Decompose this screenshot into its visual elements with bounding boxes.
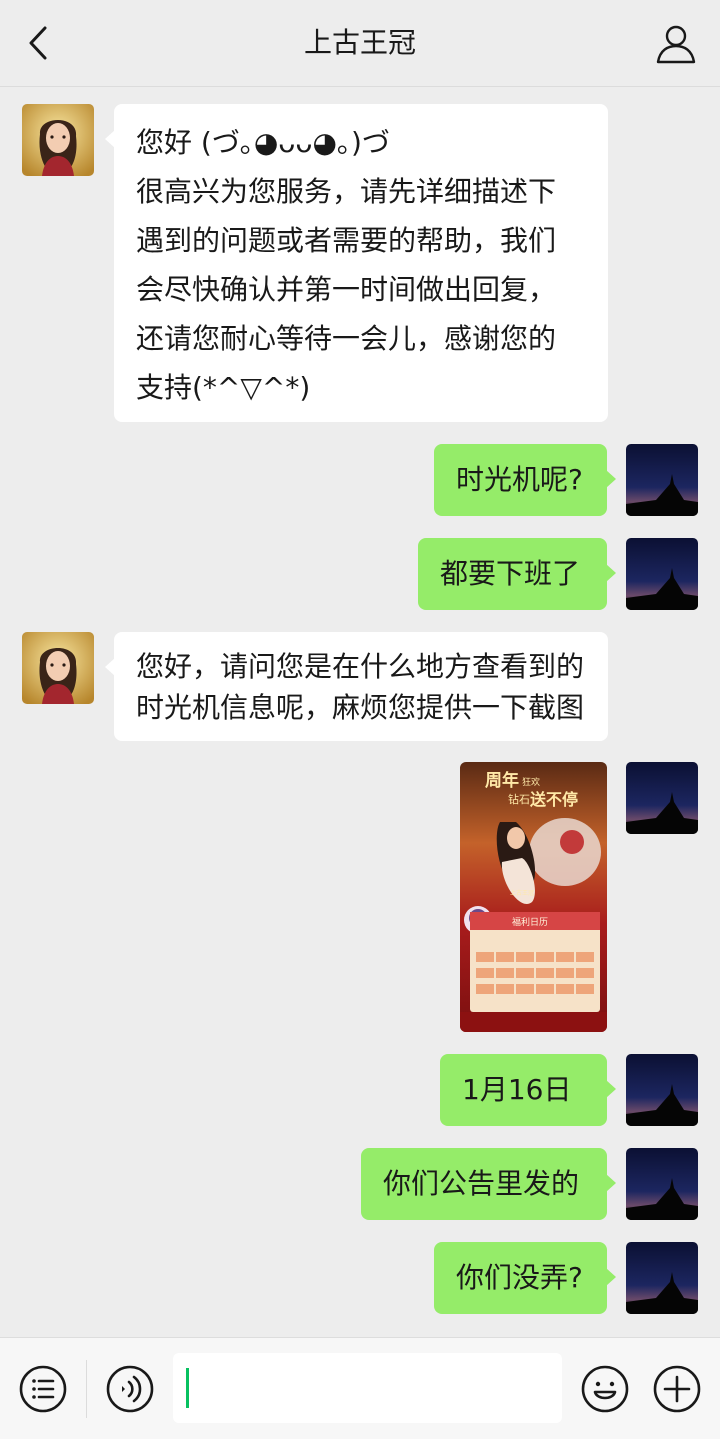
service-avatar-image	[22, 104, 94, 176]
service-avatar-image	[22, 632, 94, 704]
outgoing-message-bubble[interactable]: 你们没弄?	[434, 1242, 616, 1314]
plus-icon	[653, 1365, 701, 1413]
avatar[interactable]	[626, 1242, 698, 1314]
event-screenshot-image: 周年 狂欢 钻石 送不停 上古王冠 福利日历	[460, 762, 607, 1032]
user-avatar-image	[626, 1148, 698, 1220]
emoji-button[interactable]	[580, 1364, 630, 1414]
avatar[interactable]	[626, 538, 698, 610]
user-avatar-image	[626, 444, 698, 516]
more-button[interactable]	[652, 1364, 702, 1414]
avatar[interactable]	[626, 1148, 698, 1220]
user-avatar-image	[626, 1242, 698, 1314]
avatar[interactable]	[626, 1054, 698, 1126]
banner-title: 周年	[485, 770, 519, 791]
voice-button[interactable]	[105, 1364, 155, 1414]
voice-icon	[106, 1365, 154, 1413]
chat-info-button[interactable]	[654, 22, 698, 66]
game-logo-text: 上古王冠	[510, 889, 534, 897]
user-avatar-image	[626, 538, 698, 610]
image-message[interactable]: 周年 狂欢 钻石 送不停 上古王冠 福利日历	[460, 762, 607, 1032]
incoming-message-bubble[interactable]: 您好 (づ｡◕ᴗᴗ◕｡)づ 很高兴为您服务，请先详细描述下 遇到的问题或者需要的…	[105, 104, 608, 422]
avatar[interactable]	[626, 444, 698, 516]
divider	[86, 1360, 87, 1418]
top-bar: 上古王冠	[0, 0, 720, 87]
page-title: 上古王冠	[303, 26, 416, 59]
avatar[interactable]	[626, 762, 698, 834]
message-input[interactable]	[173, 1353, 562, 1423]
banner-subtitle-3: 送不停	[529, 790, 578, 809]
user-avatar-image	[626, 1054, 698, 1126]
text-cursor	[186, 1368, 189, 1408]
smile-icon	[581, 1365, 629, 1413]
user-icon	[656, 25, 696, 64]
menu-button[interactable]	[18, 1364, 68, 1414]
back-button[interactable]	[18, 22, 60, 64]
outgoing-message-bubble[interactable]: 1月16日	[440, 1054, 616, 1126]
outgoing-message-bubble[interactable]: 你们公告里发的	[361, 1148, 616, 1220]
avatar[interactable]	[22, 632, 94, 704]
input-bar	[0, 1337, 720, 1439]
outgoing-message-bubble[interactable]: 都要下班了	[418, 538, 616, 610]
banner-subtitle-1: 狂欢	[522, 776, 540, 788]
banner-subtitle-2: 钻石	[508, 792, 530, 806]
user-avatar-image	[626, 762, 698, 834]
list-icon	[19, 1365, 67, 1413]
incoming-message-bubble[interactable]: 您好，请问您是在什么地方查看到的 时光机信息呢，麻烦您提供一下截图	[105, 632, 608, 741]
chevron-left-icon	[29, 26, 47, 60]
outgoing-message-bubble[interactable]: 时光机呢?	[434, 444, 616, 516]
avatar[interactable]	[22, 104, 94, 176]
calendar-title: 福利日历	[512, 916, 548, 928]
